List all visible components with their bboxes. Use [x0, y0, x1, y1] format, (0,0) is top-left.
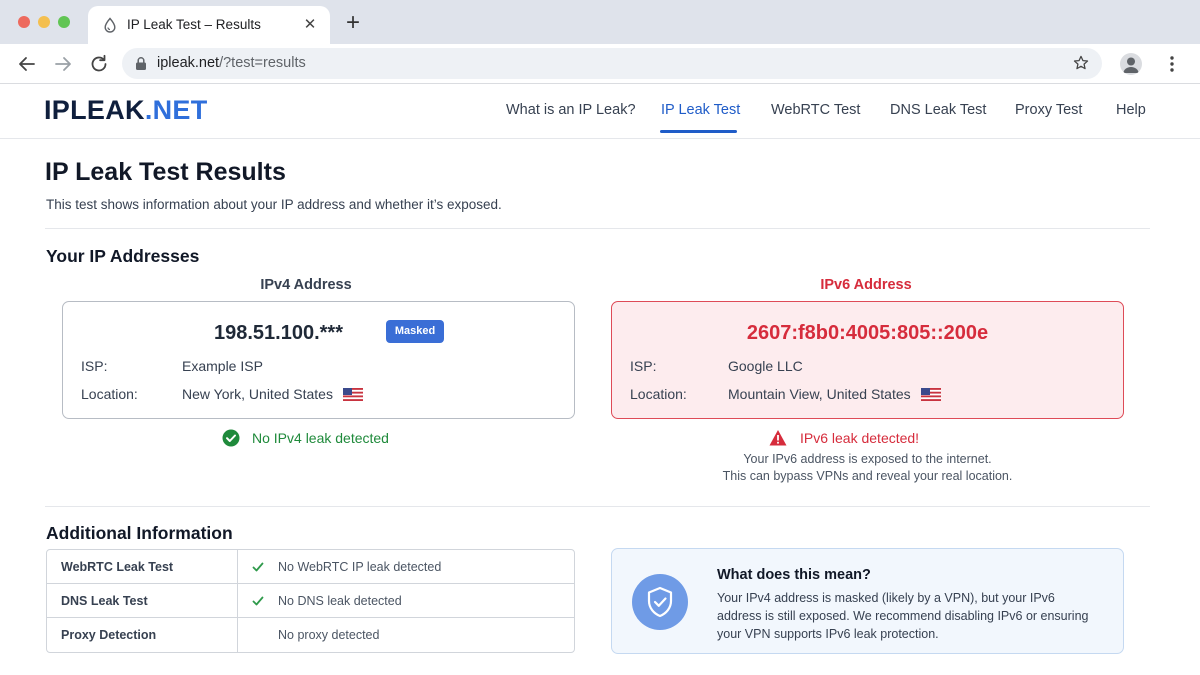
window-close-button[interactable] [18, 16, 30, 28]
us-flag-icon [920, 388, 941, 401]
ipv6-isp-value: Google LLC [728, 358, 803, 374]
bookmark-star-icon[interactable] [1072, 54, 1090, 72]
table-row: WebRTC Leak Test No WebRTC IP leak detec… [47, 550, 574, 584]
ipv6-explain-line-1: Your IPv6 address is exposed to the inte… [743, 452, 992, 466]
forward-arrow-icon[interactable] [51, 52, 75, 76]
table-row: DNS Leak Test No DNS leak detected [47, 584, 574, 618]
tab-title: IP Leak Test – Results [127, 17, 261, 32]
ipv6-location-row: Mountain View, United States [728, 386, 941, 402]
table-row-key: WebRTC Leak Test [61, 560, 174, 574]
back-arrow-icon[interactable] [15, 52, 39, 76]
window-minimize-button[interactable] [38, 16, 50, 28]
table-row-key: Proxy Detection [61, 628, 157, 642]
table-row: Proxy Detection No proxy detected [47, 618, 574, 652]
ipv6-location-label: Location: [630, 386, 687, 402]
ipv4-status-text: No IPv4 leak detected [252, 430, 389, 446]
droplet-icon [104, 17, 116, 33]
masked-badge: Masked [386, 320, 444, 343]
column-divider [237, 618, 238, 652]
section-divider [45, 228, 1150, 229]
nav-help[interactable]: Help [1116, 102, 1146, 118]
ipv6-status-text: IPv6 leak detected! [800, 430, 920, 446]
page-subtitle: This test shows information about your I… [46, 197, 502, 212]
page-title: IP Leak Test Results [45, 158, 286, 186]
browser-toolbar: ipleak.net/?test=results [0, 44, 1200, 84]
shield-check-icon [632, 574, 688, 630]
nav-proxy-test[interactable]: Proxy Test [1015, 102, 1082, 118]
ipv6-location-value: Mountain View, United States [728, 386, 911, 402]
url-text[interactable]: ipleak.net/?test=results [157, 55, 306, 71]
table-row-value: No proxy detected [278, 628, 380, 642]
additional-info-table: WebRTC Leak Test No WebRTC IP leak detec… [46, 549, 575, 653]
url-path: /?test=results [219, 55, 306, 71]
ipv4-isp-label: ISP: [81, 358, 108, 374]
check-circle-icon [222, 429, 240, 447]
explanation-card: What does this mean? Your IPv4 address i… [611, 548, 1124, 654]
site-header: IPLEAK.NET What is an IP Leak? IP Leak T… [0, 84, 1200, 139]
lock-icon[interactable] [134, 56, 148, 71]
explanation-body: Your IPv4 address is masked (likely by a… [717, 591, 1089, 641]
ipv4-location-row: New York, United States [182, 386, 363, 402]
logo-secondary: .NET [144, 95, 208, 125]
logo-primary: IPLEAK [44, 95, 145, 125]
address-bar[interactable]: ipleak.net/?test=results [122, 48, 1102, 79]
nav-webrtc-test[interactable]: WebRTC Test [771, 102, 860, 118]
reload-icon[interactable] [87, 52, 111, 76]
window-zoom-button[interactable] [58, 16, 70, 28]
us-flag-icon [342, 388, 363, 401]
ipv4-isp-value: Example ISP [182, 358, 263, 374]
ipv6-card: 2607:f8b0:4005:805::200e ISP: Google LLC… [611, 301, 1124, 419]
ipv6-address: 2607:f8b0:4005:805::200e [746, 322, 989, 344]
table-row-value: No WebRTC IP leak detected [278, 560, 442, 574]
url-host: ipleak.net [157, 55, 220, 71]
ipv4-card: 198.51.100.*** Masked ISP: Example ISP L… [62, 301, 575, 419]
active-nav-indicator [660, 130, 737, 133]
ipv4-location-label: Location: [81, 386, 138, 402]
new-tab-button[interactable]: + [342, 11, 364, 35]
browser-tab-strip: IP Leak Test – Results ✕ + [0, 0, 1200, 44]
site-logo[interactable]: IPLEAK.NET [44, 95, 208, 126]
ip-section-title: Your IP Addresses [46, 246, 200, 266]
explanation-title: What does this mean? [717, 567, 871, 583]
ipv4-heading: IPv4 Address [260, 277, 352, 293]
more-menu-icon[interactable] [1164, 54, 1180, 74]
warning-triangle-icon [769, 430, 787, 446]
nav-what-is-ip-leak[interactable]: What is an IP Leak? [506, 102, 636, 118]
ipv6-heading: IPv6 Address [820, 277, 912, 293]
column-divider [237, 550, 238, 583]
nav-ip-leak-test[interactable]: IP Leak Test [661, 102, 740, 118]
column-divider [237, 584, 238, 617]
profile-avatar-icon[interactable] [1120, 53, 1142, 75]
browser-tab-active[interactable]: IP Leak Test – Results ✕ [88, 6, 330, 44]
table-row-key: DNS Leak Test [61, 594, 148, 608]
check-icon [252, 562, 264, 572]
table-row-value: No DNS leak detected [278, 594, 402, 608]
nav-dns-leak-test[interactable]: DNS Leak Test [890, 102, 986, 118]
ipv4-address: 198.51.100.*** [213, 322, 343, 344]
ipv4-location-value: New York, United States [182, 386, 333, 402]
check-icon [252, 596, 264, 606]
additional-info-title: Additional Information [46, 523, 233, 543]
section-divider [45, 506, 1150, 507]
ipv6-isp-label: ISP: [630, 358, 657, 374]
tab-close-icon[interactable]: ✕ [300, 15, 320, 35]
ipv6-explain-line-2: This can bypass VPNs and reveal your rea… [722, 469, 1013, 483]
